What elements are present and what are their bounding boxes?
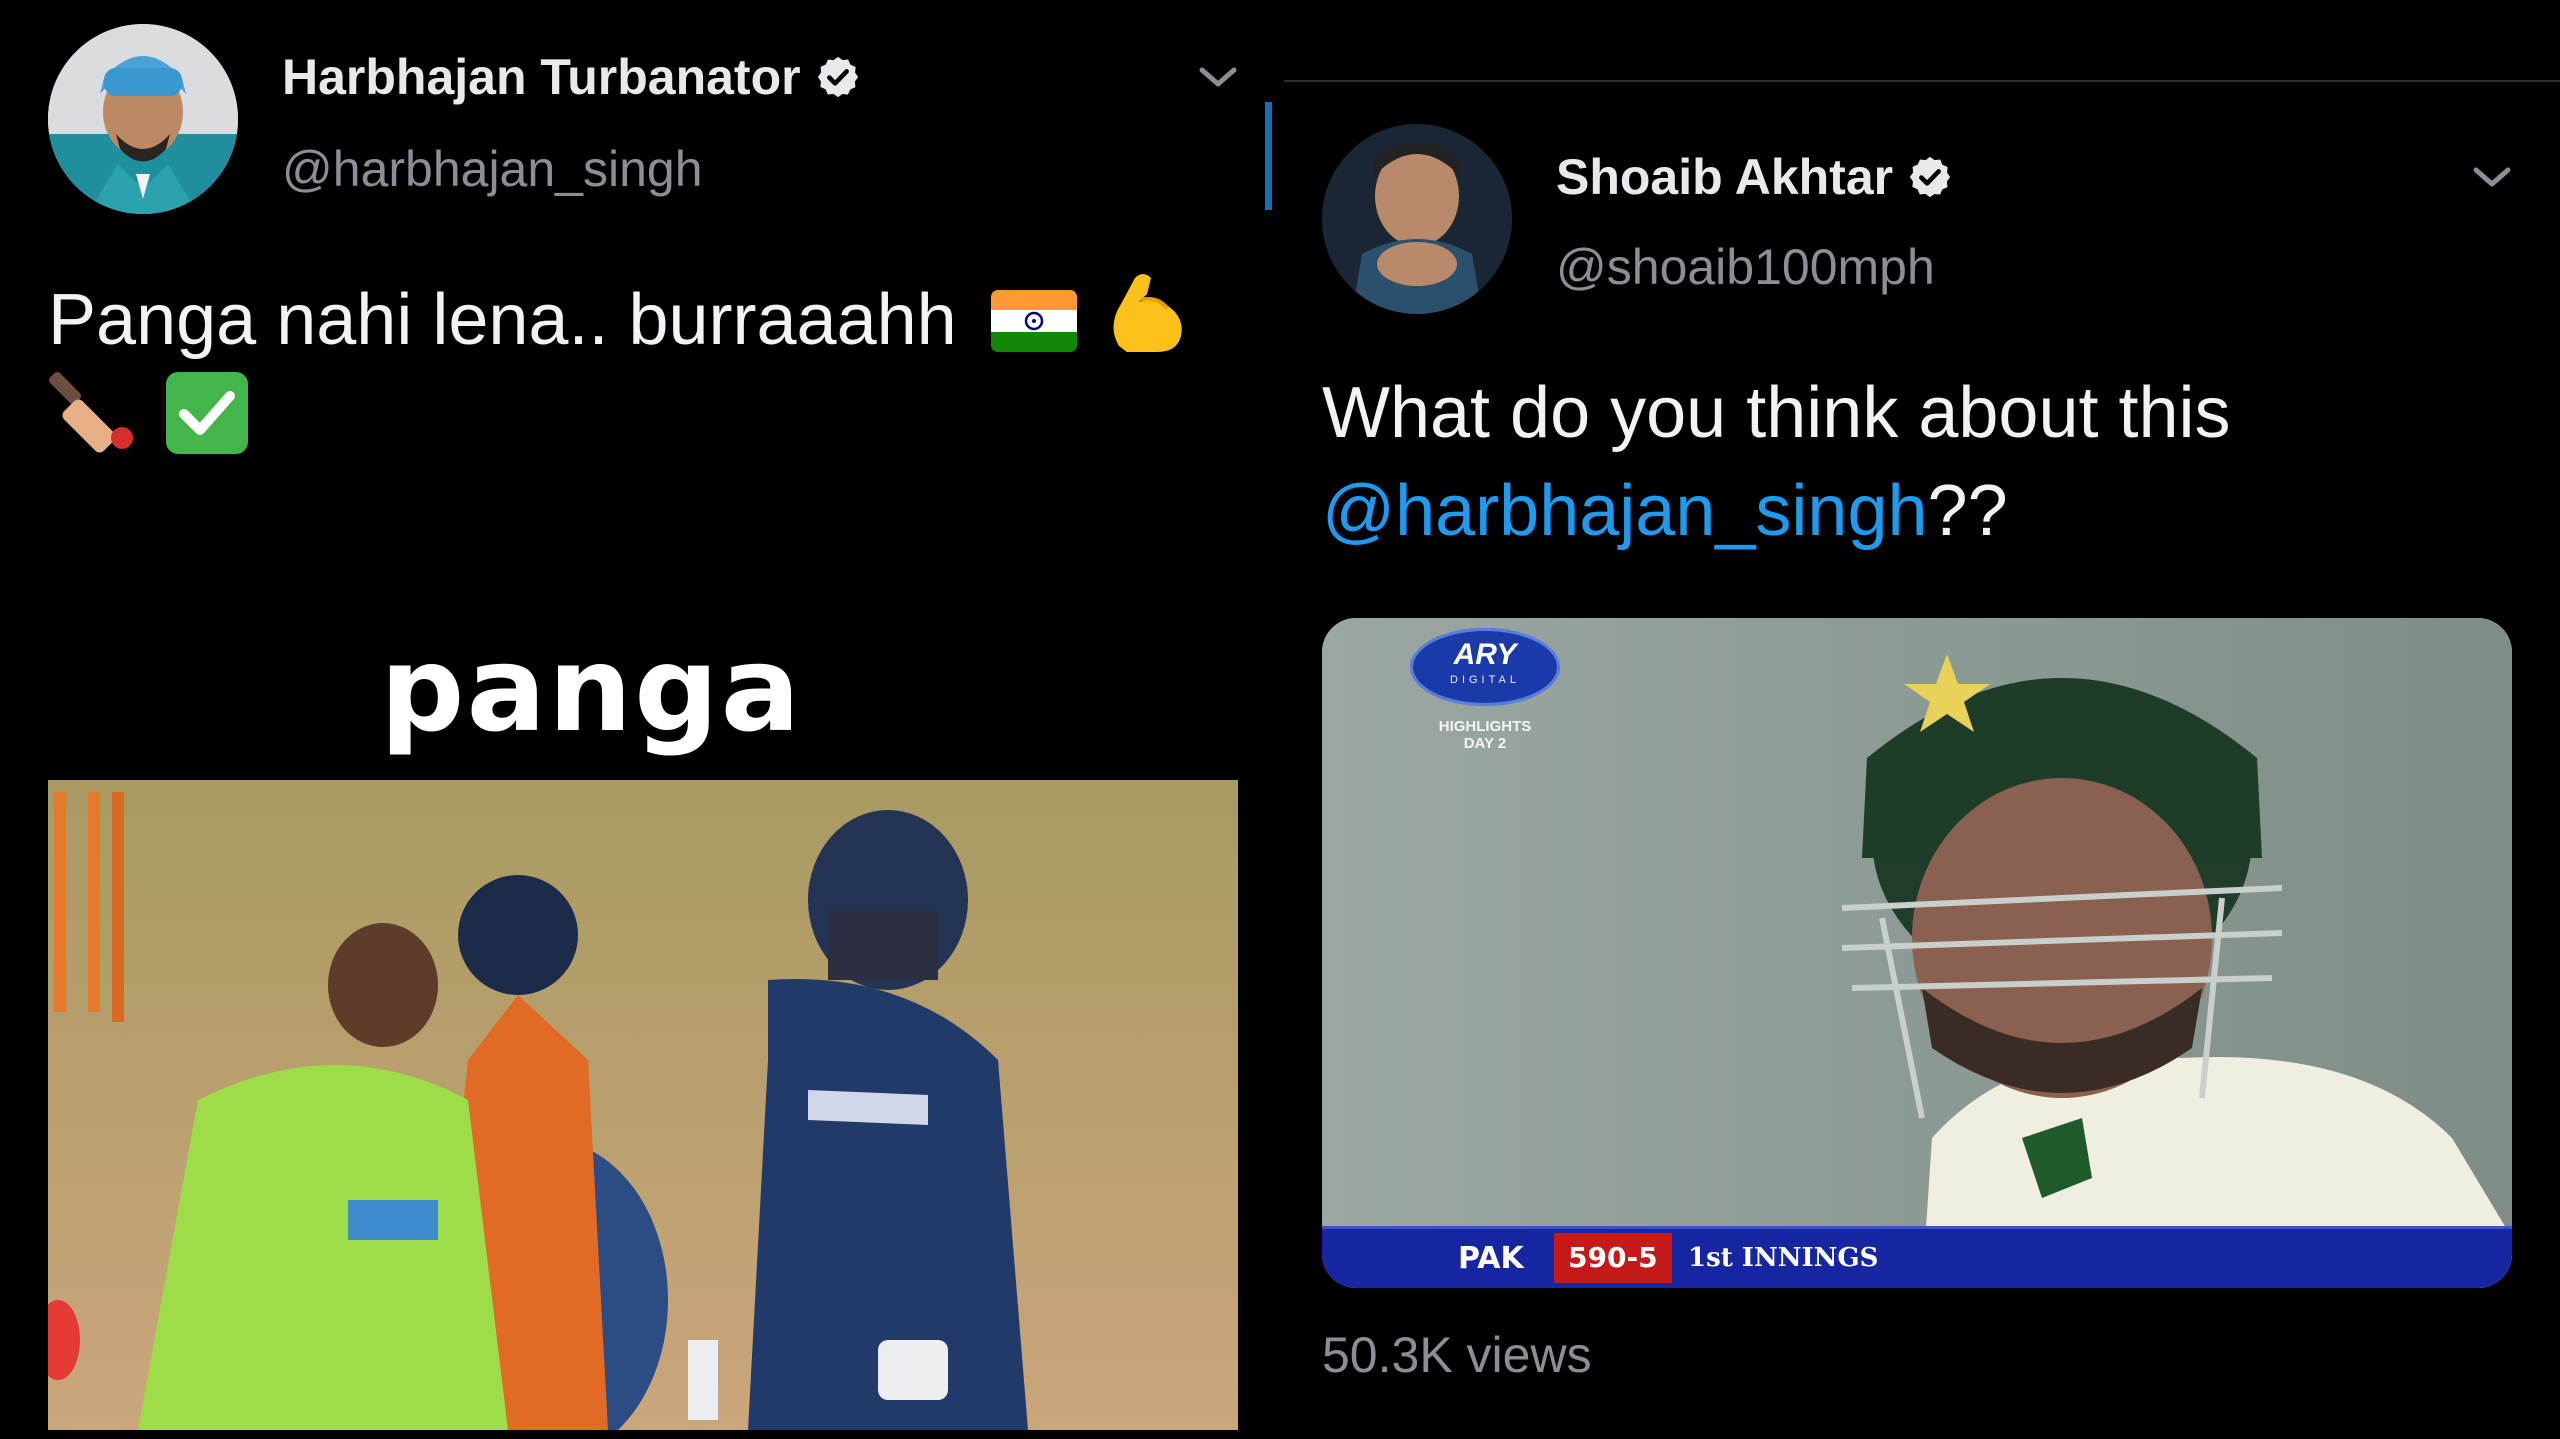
check-mark-button-icon	[166, 372, 249, 454]
chevron-down-icon[interactable]	[1196, 64, 1240, 92]
avatar[interactable]	[1322, 124, 1512, 314]
tweet-text: Panga nahi lena.. burraaahh	[48, 266, 1191, 369]
thread-connector-line	[1265, 102, 1272, 210]
author-name[interactable]: Harbhajan Turbanator	[282, 48, 861, 106]
author-handle[interactable]: @shoaib100mph	[1556, 238, 1935, 296]
mention-link[interactable]: @harbhajan_singh	[1322, 471, 1928, 551]
flexed-biceps-icon	[1113, 274, 1182, 352]
author-handle[interactable]: @harbhajan_singh	[282, 140, 703, 198]
overlay-line2: DAY 2	[1463, 735, 1507, 752]
author-name-text: Shoaib Akhtar	[1556, 149, 1894, 205]
tweet-text-suffix: ??	[1927, 471, 2008, 551]
overlay-line1: HIGHLIGHTS	[1438, 718, 1532, 735]
tweet-media-video[interactable]: ARY DIGITAL HIGHLIGHTS DAY 2 PAK 590-5 1…	[1322, 618, 2512, 1288]
media-caption: panga	[380, 620, 803, 758]
channel-logo-text: ARY	[1453, 638, 1517, 671]
avatar[interactable]	[48, 24, 238, 214]
tweet-text-line1: Panga nahi lena.. burraaahh	[48, 280, 957, 360]
tweet-text-line1: What do you think about this	[1322, 373, 2231, 453]
tweet-text-line2: @harbhajan_singh??	[1322, 462, 2231, 560]
avatar-image	[48, 24, 238, 214]
broadcast-overlay-text: HIGHLIGHTS DAY 2	[1420, 718, 1550, 752]
left-tweet: Harbhajan Turbanator @harbhajan_singh Pa…	[0, 0, 1262, 1439]
author-name[interactable]: Shoaib Akhtar	[1556, 148, 1953, 206]
chevron-down-icon[interactable]	[2470, 164, 2514, 192]
cricket-bat-icon	[48, 371, 133, 453]
channel-logo-subtext: DIGITAL	[1450, 674, 1520, 686]
right-tweet: Shoaib Akhtar @shoaib100mph What do you …	[1284, 0, 2560, 1439]
verified-badge-icon	[1909, 156, 1951, 198]
tweet-text: What do you think about this @harbhajan_…	[1322, 364, 2231, 560]
tweet-text-line2	[48, 364, 252, 471]
score-team: PAK	[1458, 1241, 1524, 1276]
score-innings: 1st INNINGS	[1688, 1243, 1879, 1273]
avatar-image	[1322, 124, 1512, 314]
india-flag-icon	[990, 290, 1077, 352]
verified-badge-icon	[817, 56, 858, 98]
score-bar: PAK 590-5 1st INNINGS	[1322, 1226, 2512, 1288]
tweet-media-video[interactable]	[48, 780, 1238, 1430]
channel-logo: ARY DIGITAL	[1410, 628, 1560, 706]
view-count: 50.3K views	[1322, 1327, 1592, 1383]
author-name-text: Harbhajan Turbanator	[282, 49, 801, 105]
score-value: 590-5	[1554, 1233, 1672, 1283]
cricket-players-image	[48, 780, 1238, 1430]
